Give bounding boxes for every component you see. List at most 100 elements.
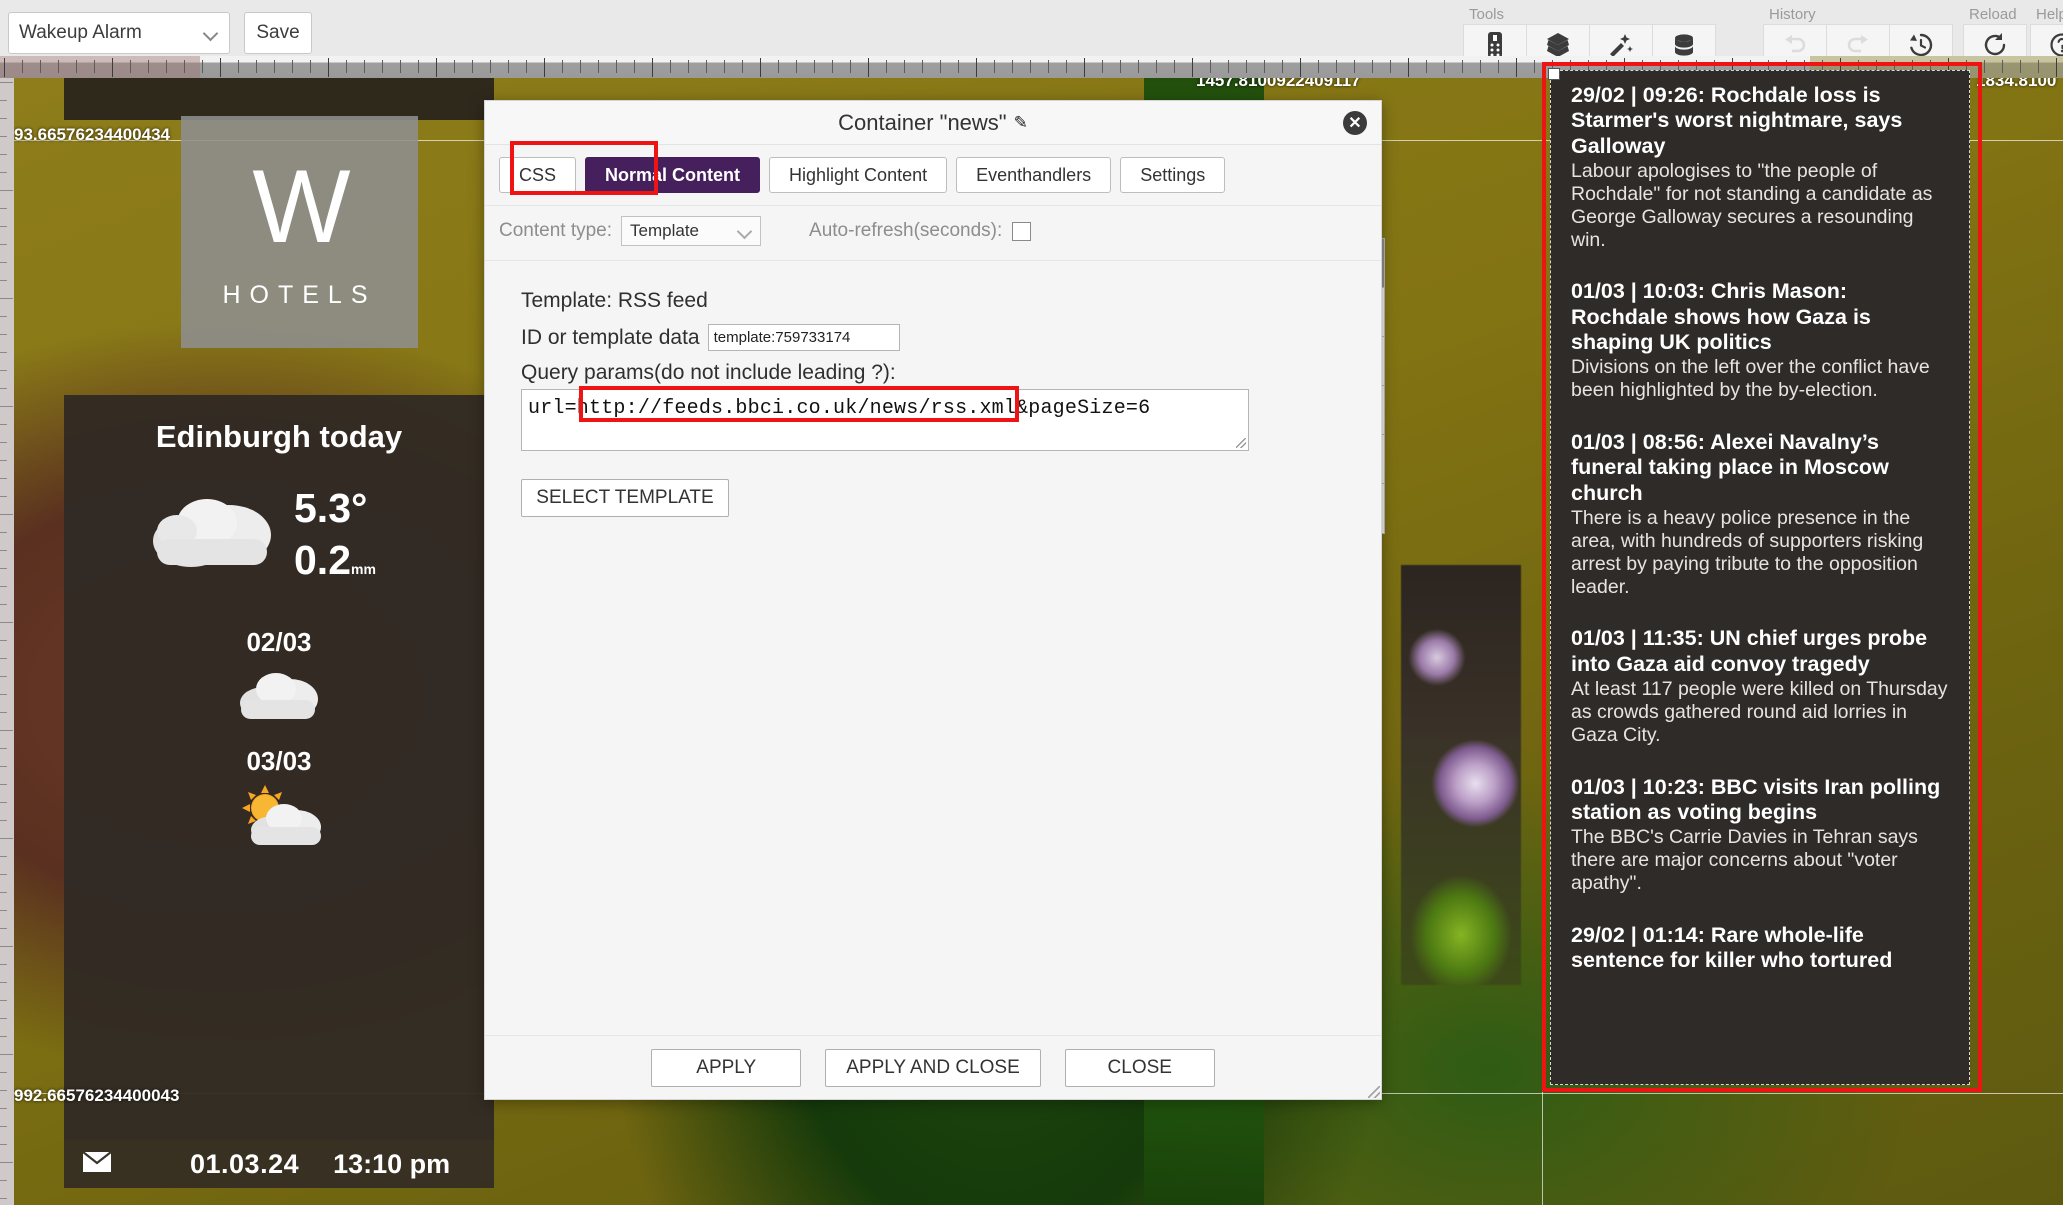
weather-panel[interactable]: Edinburgh today 5.3° 0.2mm 02/03 03/03 [64, 395, 494, 1140]
ruler-tick [0, 190, 13, 191]
ruler-tick [40, 60, 41, 73]
ruler-tick [1048, 60, 1049, 73]
ruler-tick [0, 802, 7, 803]
ruler-tick [4, 58, 5, 77]
ruler-tick [832, 60, 833, 73]
ruler-tick [0, 982, 7, 983]
ruler-tick [0, 1162, 13, 1163]
template-name-line: Template: RSS feed [521, 289, 708, 312]
ruler-tick [364, 60, 365, 73]
ruler-tick [0, 100, 7, 101]
ruler-tick [1030, 60, 1031, 73]
apply-and-close-button[interactable]: APPLY AND CLOSE [825, 1048, 1041, 1087]
weather-precipitation-unit: mm [351, 561, 376, 577]
ruler-tick [0, 874, 7, 875]
ruler-tick [562, 60, 563, 73]
tab-normal-content[interactable]: Normal Content [585, 157, 761, 193]
template-id-input[interactable] [707, 324, 900, 351]
apply-button[interactable]: APPLY [651, 1048, 802, 1087]
ruler-tick [670, 60, 671, 73]
ruler-tick [0, 1054, 13, 1055]
forecast-day-1-date: 03/03 [246, 746, 312, 776]
ruler-tick [0, 460, 7, 461]
ruler-tick [1318, 60, 1319, 73]
ruler-tick [418, 60, 419, 73]
ruler-tick [1336, 60, 1337, 73]
ruler-tick [958, 60, 959, 73]
ruler-tick [0, 928, 7, 929]
ruler-tick [166, 60, 167, 73]
pencil-icon[interactable]: ✎ [1014, 113, 1028, 133]
ruler-tick [490, 60, 491, 73]
tab-highlight-content[interactable]: Highlight Content [769, 157, 948, 193]
ruler-tick [1120, 60, 1121, 73]
ruler-tick [112, 58, 113, 77]
tab-css[interactable]: CSS [499, 157, 577, 193]
vertical-ruler[interactable] [0, 78, 14, 1205]
ruler-tick [1174, 60, 1175, 73]
ruler-tick [0, 244, 7, 245]
ruler-tick [1534, 60, 1535, 73]
ruler-tick [868, 58, 869, 77]
ruler-tick [0, 820, 7, 821]
ruler-tick [1390, 60, 1391, 73]
forecast-day-0-date: 02/03 [246, 627, 312, 657]
ruler-tick [2002, 60, 2003, 73]
preset-select[interactable]: Wakeup Alarm [8, 12, 230, 54]
ruler-tick [1282, 60, 1283, 73]
ruler-tick [1192, 58, 1193, 77]
container-settings-dialog[interactable]: Container "news" ✎ ✕ CSS Normal Content … [484, 100, 1382, 1100]
ruler-tick [256, 60, 257, 73]
ruler-tick [0, 1180, 7, 1181]
ruler-tick [0, 118, 7, 119]
ruler-tick [2038, 60, 2039, 73]
query-params-textarea[interactable]: url=http://feeds.bbci.co.uk/news/rss.xml… [521, 386, 1249, 451]
ruler-tick [1138, 60, 1139, 73]
close-icon[interactable]: ✕ [1343, 111, 1367, 135]
close-button[interactable]: CLOSE [1064, 1048, 1215, 1087]
ruler-tick [1426, 60, 1427, 73]
ruler-tick [1462, 60, 1463, 73]
autorefresh-checkbox[interactable] [1012, 221, 1032, 241]
ruler-tick [0, 766, 7, 767]
tab-eventhandlers[interactable]: Eventhandlers [956, 157, 1112, 193]
ruler-tick [1408, 58, 1409, 77]
ruler-tick [76, 60, 77, 73]
history-group-title: History [1769, 6, 1816, 23]
ruler-tick [0, 946, 13, 947]
ruler-tick [0, 1000, 7, 1001]
preset-select-value: Wakeup Alarm [19, 22, 142, 43]
news-container-highlight [1542, 62, 1982, 1092]
content-type-label: Content type: [499, 220, 613, 241]
ruler-tick [0, 586, 7, 587]
ruler-tick [0, 568, 7, 569]
tab-settings[interactable]: Settings [1120, 157, 1226, 193]
dialog-resize-grip[interactable] [1368, 1086, 1380, 1098]
ruler-tick [0, 478, 7, 479]
textarea-resize-grip[interactable] [1236, 438, 1246, 448]
template-id-row: ID or template data [521, 324, 1381, 351]
ruler-tick [1984, 60, 1985, 73]
ruler-tick [0, 172, 7, 173]
ruler-tick [0, 208, 7, 209]
ruler-tick [0, 910, 7, 911]
ruler-tick [0, 82, 13, 83]
flower-image [1401, 565, 1521, 985]
ruler-tick [0, 1144, 7, 1145]
ruler-tick [0, 154, 7, 155]
content-type-select[interactable]: Template [621, 216, 762, 246]
ruler-tick [1084, 58, 1085, 77]
ruler-tick [508, 60, 509, 73]
ruler-tick [526, 60, 527, 73]
ruler-tick [0, 280, 7, 281]
chevron-down-icon [738, 224, 752, 238]
status-time: 13:10 pm [333, 1148, 451, 1179]
ruler-tick [904, 60, 905, 73]
ruler-tick [1012, 60, 1013, 73]
select-template-button[interactable]: SELECT TEMPLATE [521, 479, 729, 517]
envelope-icon[interactable] [82, 1150, 112, 1178]
save-button[interactable]: Save [244, 12, 312, 54]
news-resize-handle[interactable] [1548, 68, 1560, 80]
ruler-tick [0, 370, 7, 371]
ruler-tick [346, 60, 347, 73]
